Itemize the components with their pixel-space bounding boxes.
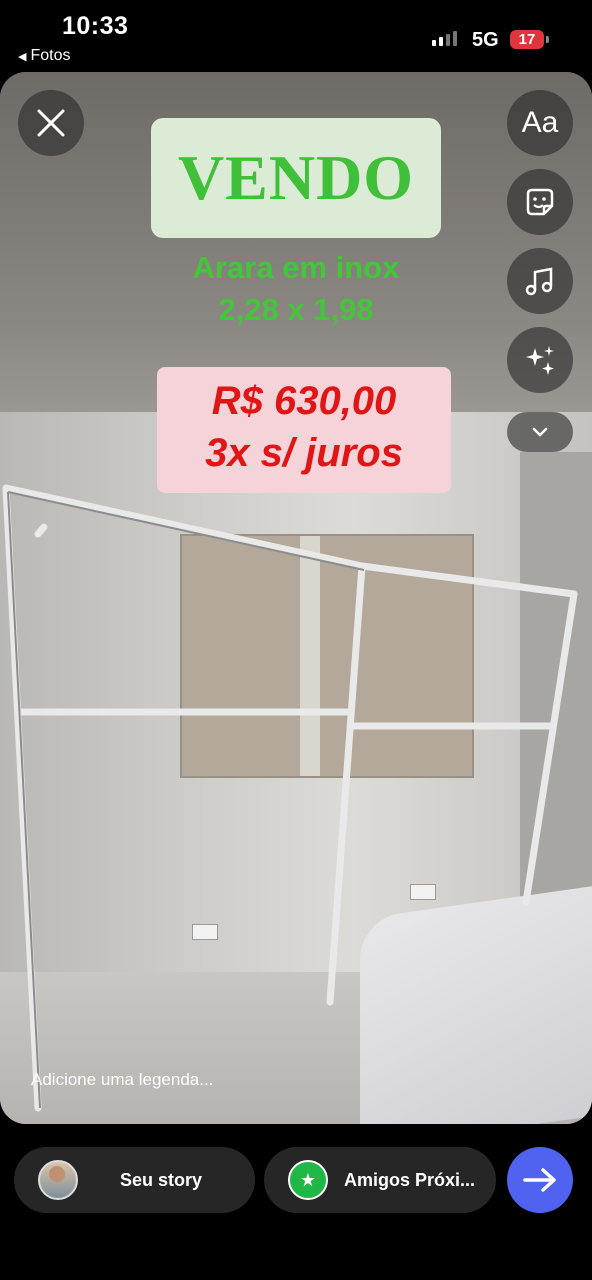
chevron-down-icon [532,427,548,437]
text-tool-button[interactable]: Aa [507,90,573,156]
battery-level: 17 [518,31,536,48]
close-friends-button[interactable]: ★ Amigos Próxi... [264,1147,496,1213]
signal-icon [432,30,457,46]
effects-button[interactable] [507,327,573,393]
price-sticker[interactable]: R$ 630,00 3x s/ juros [157,367,451,493]
sticker-button[interactable] [507,169,573,235]
headline-text: VENDO [177,142,415,213]
back-to-photos[interactable]: ◀ Fotos [18,47,70,65]
close-button[interactable] [18,90,84,156]
your-story-label: Seu story [120,1169,203,1190]
send-button[interactable] [507,1147,573,1213]
story-canvas[interactable]: VENDO Arara em inox 2,28 x 1,98 R$ 630,0… [0,72,592,1124]
music-icon [525,267,553,296]
share-bar: Seu story ★ Amigos Próxi... [0,1124,592,1280]
status-bar: 10:33 ◀ Fotos 5G 17 [0,0,592,70]
avatar [38,1160,78,1200]
caption-input[interactable]: Adicione uma legenda... [31,1070,213,1090]
your-story-button[interactable]: Seu story [14,1147,255,1213]
product-size-text[interactable]: 2,28 x 1,98 [0,292,592,328]
more-tools-button[interactable] [507,412,573,452]
close-friends-label: Amigos Próxi... [344,1169,476,1190]
installments-text: 3x s/ juros [205,431,403,475]
back-arrow-icon: ◀ [18,50,27,63]
clock: 10:33 [62,12,129,40]
close-icon [37,109,65,137]
battery-cap [546,36,549,43]
star-icon: ★ [288,1160,328,1200]
arrow-right-icon [523,1168,556,1192]
music-button[interactable] [507,248,573,314]
battery-icon: 17 [510,30,544,49]
headline-sticker[interactable]: VENDO [151,118,441,238]
price-text: R$ 630,00 [211,379,397,423]
product-name-text[interactable]: Arara em inox [0,250,592,286]
sparkles-icon [526,346,554,375]
sticker-icon [526,188,554,216]
text-tool-label: Aa [521,106,559,139]
network-type: 5G [472,29,499,51]
back-label: Fotos [30,47,71,64]
